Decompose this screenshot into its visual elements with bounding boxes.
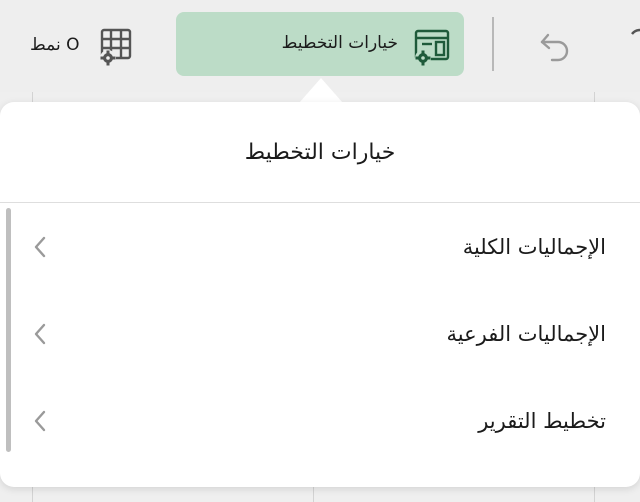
pivot-style-button[interactable]: نمط O [30,22,142,68]
lightbulb-icon[interactable] [620,22,640,66]
menu-item-subtotals[interactable]: الإجماليات الفرعية [0,304,640,364]
popover-title: خيارات التخطيط [244,140,396,165]
layout-options-label: خيارات التخطيط [281,33,398,53]
layout-options-popover: خيارات التخطيط الإجماليات الكلية الإجمال… [0,102,640,487]
pivot-style-label: نمط O [30,35,80,55]
table-settings-icon [100,28,132,66]
menu-item-report-layout[interactable]: تخطيط التقرير [0,391,640,451]
menu-item-label: تخطيط التقرير [478,409,606,433]
chevron-left-icon [34,236,46,258]
popover-caret [299,78,343,103]
menu-item-label: الإجماليات الكلية [462,235,606,259]
menu-item-grand-totals[interactable]: الإجماليات الكلية [0,217,640,277]
chevron-left-icon [34,323,46,345]
layout-settings-icon [414,29,450,66]
menu-item-label: الإجماليات الفرعية [446,322,606,346]
layout-options-button[interactable]: خيارات التخطيط [176,12,464,76]
toolbar-divider [492,17,494,71]
popover-separator [0,202,640,203]
chevron-left-icon [34,410,46,432]
undo-icon[interactable] [532,24,576,68]
